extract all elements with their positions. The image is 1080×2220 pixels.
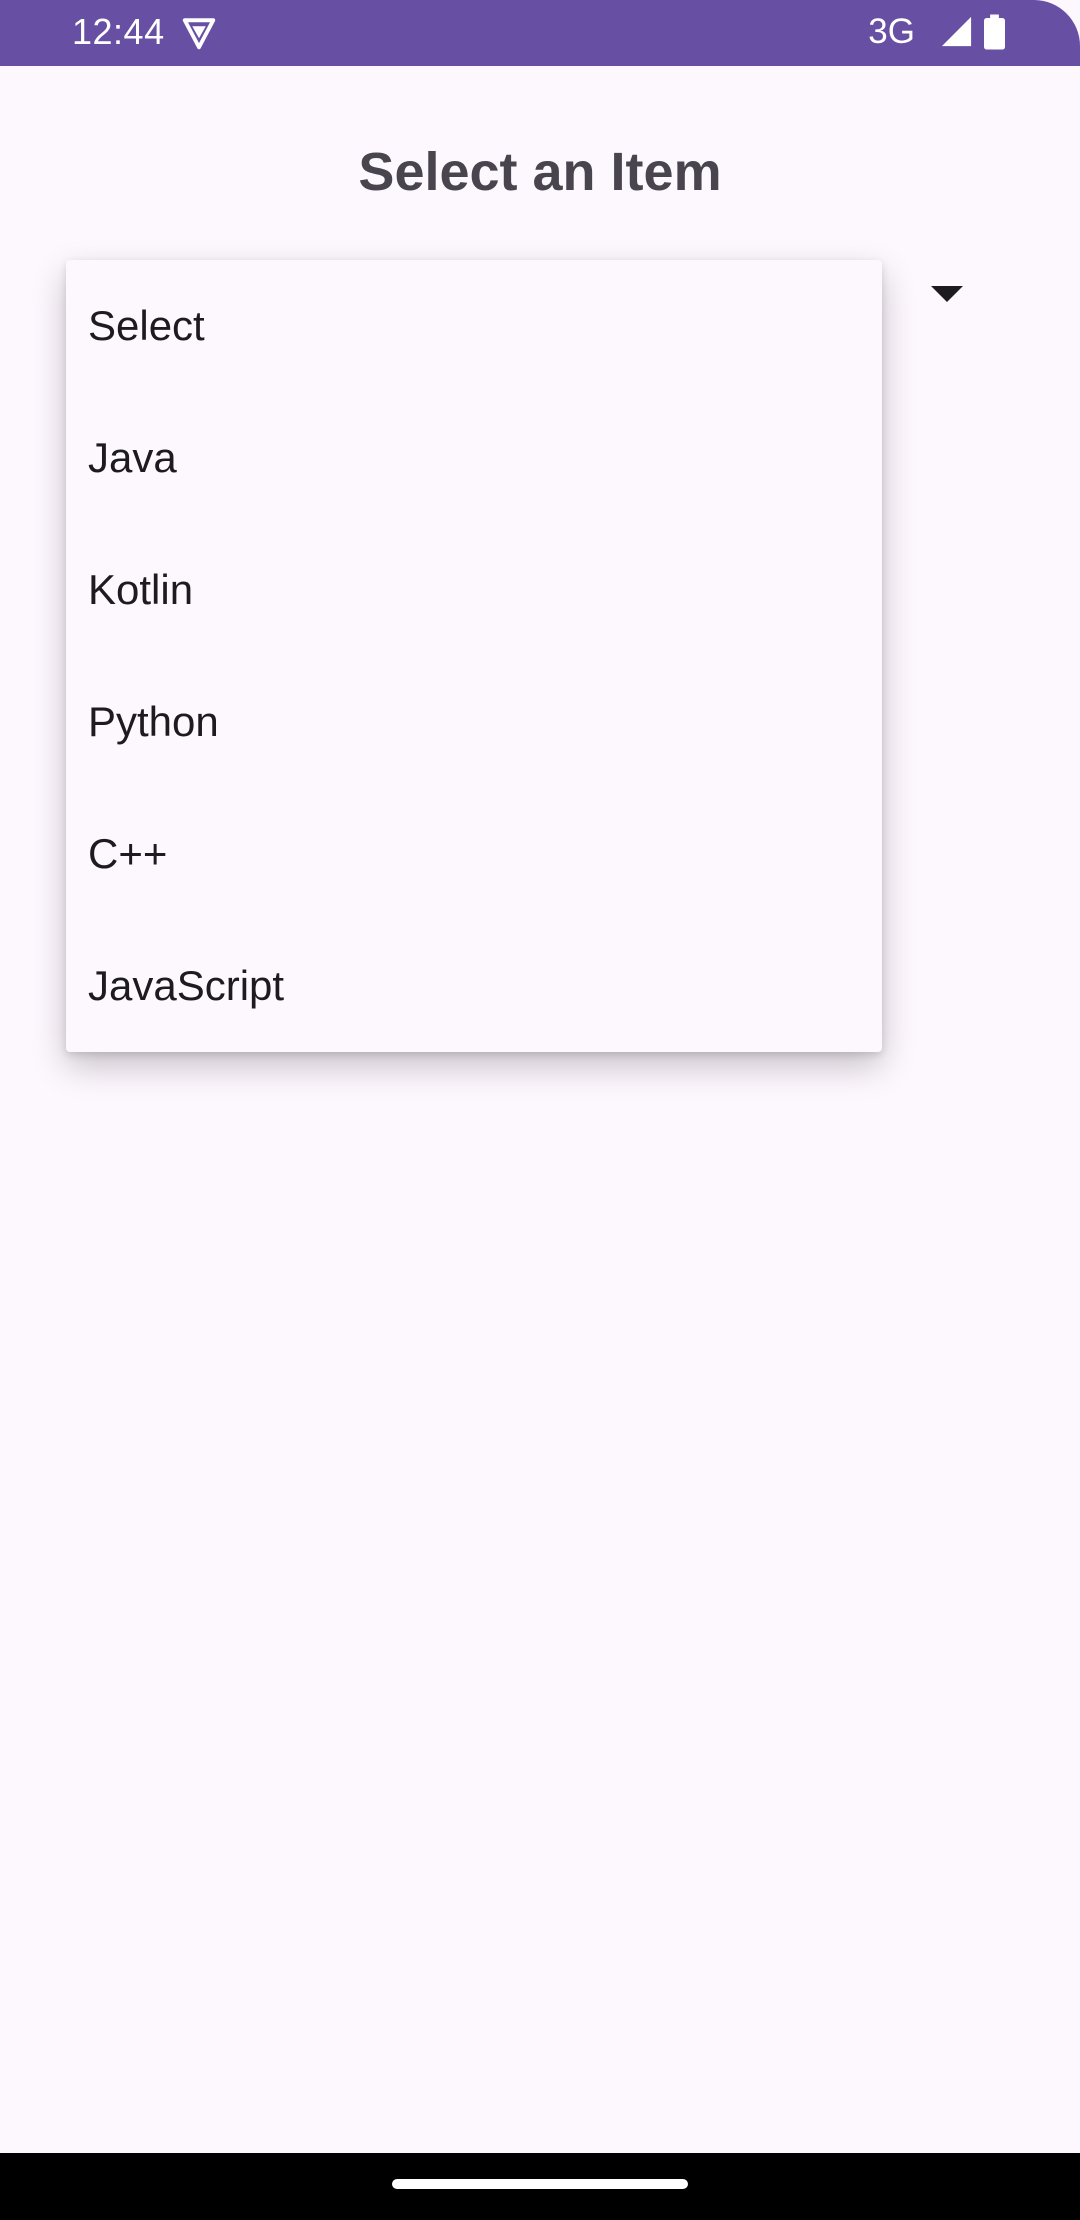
dropdown-option-select[interactable]: Select [66, 260, 882, 392]
signal-icon [941, 16, 972, 47]
network-type-label: 3G [868, 12, 915, 51]
home-gesture-handle[interactable] [392, 2179, 688, 2189]
battery-icon [984, 14, 1005, 50]
status-bar: 12:44 3G [0, 0, 1080, 66]
dropdown-option-java[interactable]: Java [66, 392, 882, 524]
status-time: 12:44 [72, 11, 165, 52]
dropdown-arrow-icon[interactable] [931, 286, 963, 304]
dropdown-option-cpp[interactable]: C++ [66, 788, 882, 920]
page-title: Select an Item [358, 142, 722, 202]
dropdown-option-python[interactable]: Python [66, 656, 882, 788]
navigation-bar [0, 2153, 1080, 2220]
dropdown-option-javascript[interactable]: JavaScript [66, 920, 882, 1052]
dropdown-option-kotlin[interactable]: Kotlin [66, 524, 882, 656]
dropdown-menu: Select Java Kotlin Python C++ JavaScript [66, 260, 882, 1052]
vpn-shield-icon [182, 18, 216, 50]
